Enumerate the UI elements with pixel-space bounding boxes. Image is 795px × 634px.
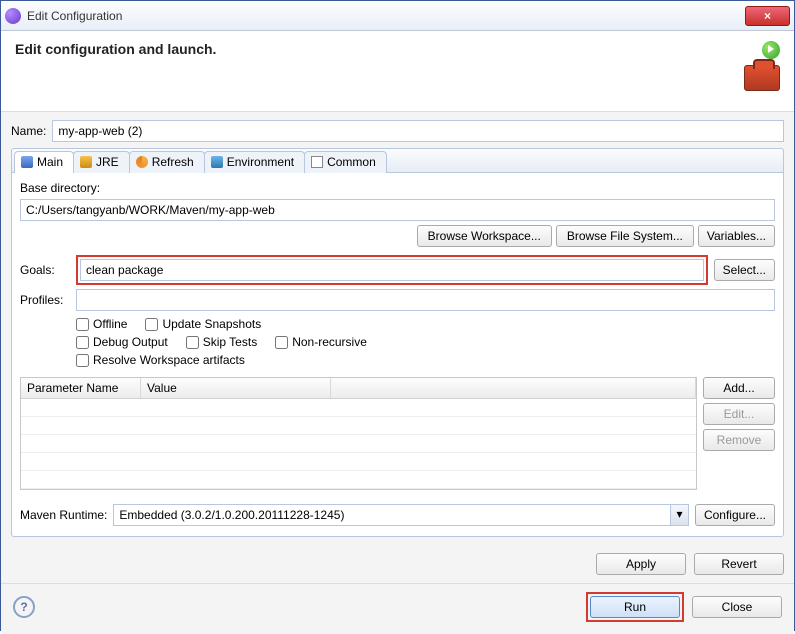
name-row: Name: xyxy=(11,120,784,142)
maven-runtime-value: Embedded (3.0.2/1.0.200.20111228-1245) xyxy=(114,505,670,525)
dialog-title: Edit configuration and launch. xyxy=(15,41,744,57)
chevron-down-icon: ▾ xyxy=(670,505,688,525)
main-panel: Base directory: Browse Workspace... Brow… xyxy=(11,172,784,537)
tab-bar: Main JRE Refresh Environment Common xyxy=(11,148,784,172)
skip-tests-checkbox[interactable]: Skip Tests xyxy=(186,335,257,349)
name-label: Name: xyxy=(11,124,46,138)
run-highlight: Run xyxy=(586,592,684,622)
col-parameter-name[interactable]: Parameter Name xyxy=(21,378,141,398)
help-button[interactable]: ? xyxy=(13,596,35,618)
configure-button[interactable]: Configure... xyxy=(695,504,775,526)
resolve-workspace-checkbox[interactable]: Resolve Workspace artifacts xyxy=(76,353,245,367)
maven-runtime-label: Maven Runtime: xyxy=(20,508,107,522)
tab-common-label: Common xyxy=(327,155,376,169)
tab-refresh-label: Refresh xyxy=(152,155,194,169)
profiles-row: Profiles: xyxy=(20,289,775,311)
edit-button[interactable]: Edit... xyxy=(703,403,775,425)
base-dir-input[interactable] xyxy=(20,199,775,221)
parameters-section: Parameter Name Value Add... Edit... Remo… xyxy=(20,377,775,490)
tab-common[interactable]: Common xyxy=(304,151,387,173)
table-row[interactable] xyxy=(21,435,696,453)
name-input[interactable] xyxy=(52,120,784,142)
update-snapshots-checkbox[interactable]: Update Snapshots xyxy=(145,317,261,331)
maven-runtime-combo[interactable]: Embedded (3.0.2/1.0.200.20111228-1245) ▾ xyxy=(113,504,689,526)
tab-main[interactable]: Main xyxy=(14,151,74,173)
main-icon xyxy=(21,156,33,168)
profiles-input[interactable] xyxy=(76,289,775,311)
window-close-button[interactable]: × xyxy=(745,6,790,26)
table-header: Parameter Name Value xyxy=(21,378,696,399)
debug-output-checkbox[interactable]: Debug Output xyxy=(76,335,168,349)
browse-workspace-button[interactable]: Browse Workspace... xyxy=(417,225,552,247)
table-body xyxy=(21,399,696,489)
table-row[interactable] xyxy=(21,453,696,471)
tab-jre[interactable]: JRE xyxy=(73,151,130,173)
goals-row: Goals: Select... xyxy=(20,255,775,285)
base-dir-label: Base directory: xyxy=(20,181,100,195)
tab-environment[interactable]: Environment xyxy=(204,151,305,173)
base-dir-buttons: Browse Workspace... Browse File System..… xyxy=(20,225,775,247)
content-area: Name: Main JRE Refresh Environment Commo… xyxy=(1,112,794,543)
run-button[interactable]: Run xyxy=(590,596,680,618)
profiles-label: Profiles: xyxy=(20,293,70,307)
offline-checkbox[interactable]: Offline xyxy=(76,317,127,331)
window-title: Edit Configuration xyxy=(27,9,745,23)
tab-env-label: Environment xyxy=(227,155,294,169)
remove-button[interactable]: Remove xyxy=(703,429,775,451)
environment-icon xyxy=(211,156,223,168)
goals-label: Goals: xyxy=(20,263,70,277)
tab-jre-label: JRE xyxy=(96,155,119,169)
close-button[interactable]: Close xyxy=(692,596,782,618)
add-button[interactable]: Add... xyxy=(703,377,775,399)
revert-button[interactable]: Revert xyxy=(694,553,784,575)
title-bar: Edit Configuration × xyxy=(1,1,794,31)
non-recursive-checkbox[interactable]: Non-recursive xyxy=(275,335,367,349)
dialog-header: Edit configuration and launch. xyxy=(1,31,794,112)
refresh-icon xyxy=(136,156,148,168)
table-row[interactable] xyxy=(21,417,696,435)
apply-button[interactable]: Apply xyxy=(596,553,686,575)
variables-button[interactable]: Variables... xyxy=(698,225,775,247)
run-icon xyxy=(762,41,780,59)
tab-main-label: Main xyxy=(37,155,63,169)
goals-highlight xyxy=(76,255,708,285)
app-icon xyxy=(5,8,21,24)
header-icons xyxy=(744,41,780,91)
table-row[interactable] xyxy=(21,471,696,489)
select-button[interactable]: Select... xyxy=(714,259,775,281)
maven-runtime-row: Maven Runtime: Embedded (3.0.2/1.0.200.2… xyxy=(20,504,775,526)
table-buttons: Add... Edit... Remove xyxy=(703,377,775,490)
parameters-table[interactable]: Parameter Name Value xyxy=(20,377,697,490)
goals-input[interactable] xyxy=(80,259,704,281)
apply-revert-row: Apply Revert xyxy=(1,543,794,583)
jre-icon xyxy=(80,156,92,168)
browse-filesystem-button[interactable]: Browse File System... xyxy=(556,225,694,247)
checkbox-area: Offline Update Snapshots Debug Output Sk… xyxy=(20,315,775,377)
col-value[interactable]: Value xyxy=(141,378,331,398)
col-extra[interactable] xyxy=(331,378,696,398)
table-row[interactable] xyxy=(21,399,696,417)
tab-refresh[interactable]: Refresh xyxy=(129,151,205,173)
common-icon xyxy=(311,156,323,168)
dialog-footer: ? Run Close xyxy=(1,583,794,634)
toolbox-icon xyxy=(744,65,780,91)
